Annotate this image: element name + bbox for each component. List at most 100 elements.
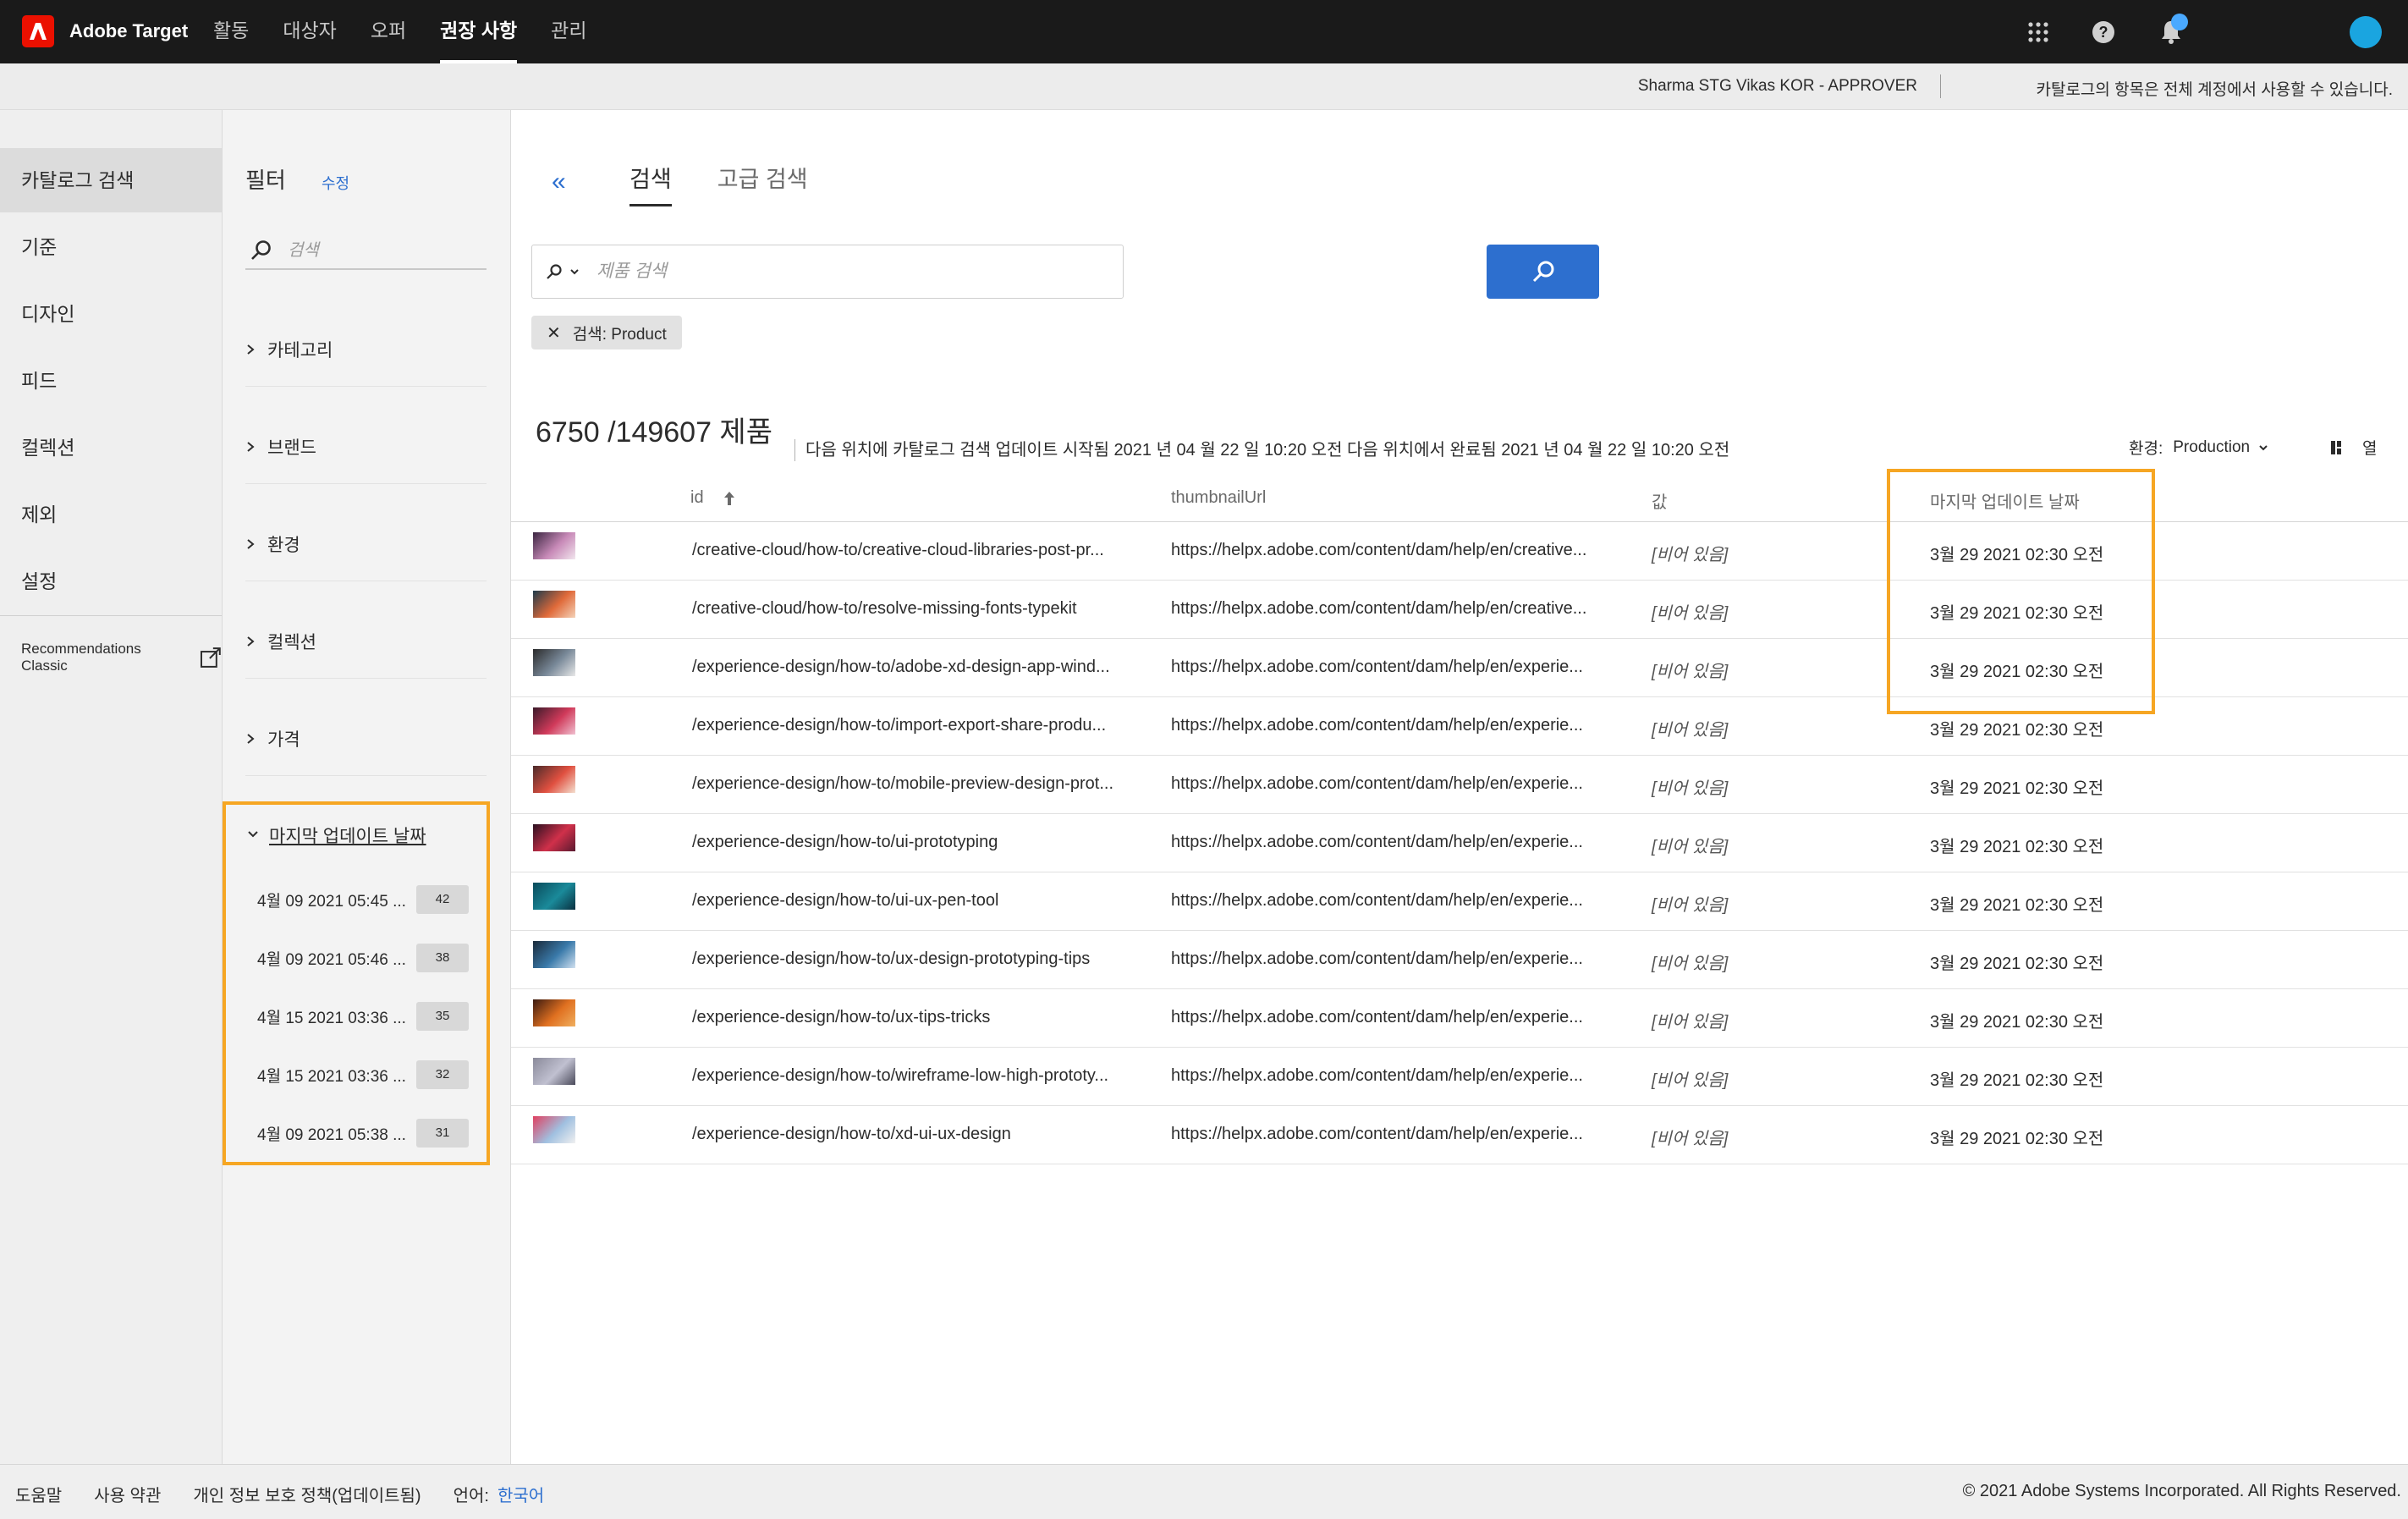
language-selector[interactable]: 한국어 (498, 1482, 544, 1506)
recommendations-classic-link[interactable]: Recommendations Classic (21, 641, 222, 674)
facet-toggle[interactable]: 브랜드 (245, 434, 316, 460)
facet-toggle[interactable]: 가격 (245, 726, 300, 751)
table-row[interactable]: /experience-design/how-to/xd-ui-ux-desig… (511, 1106, 2408, 1164)
table-row[interactable]: /experience-design/how-to/adobe-xd-desig… (511, 639, 2408, 697)
leftnav-item[interactable]: 설정 (0, 549, 222, 614)
top-nav: 활동 대상자 오퍼 권장 사항 관리 (213, 0, 621, 63)
current-user: Sharma STG Vikas KOR - APPROVER (1637, 77, 1917, 95)
leftnav-item[interactable]: 기준 (0, 215, 222, 279)
product-thumbnail (533, 1058, 575, 1085)
cell-id[interactable]: /creative-cloud/how-to/resolve-missing-f… (692, 599, 1077, 619)
column-value[interactable]: 값 (1652, 488, 1667, 513)
table-row[interactable]: /creative-cloud/how-to/creative-cloud-li… (511, 522, 2408, 581)
cell-id[interactable]: /experience-design/how-to/ux-tips-tricks (692, 1008, 990, 1027)
cell-id[interactable]: /experience-design/how-to/xd-ui-ux-desig… (692, 1125, 1011, 1144)
footer-link[interactable]: 도움말 (15, 1482, 62, 1506)
facet-toggle[interactable]: 컬렉션 (245, 629, 316, 654)
filter-search-input[interactable] (286, 239, 484, 261)
product-thumbnail (533, 707, 575, 735)
cell-id[interactable]: /experience-design/how-to/adobe-xd-desig… (692, 658, 1110, 677)
cell-value: [비어 있음] (1652, 1013, 1729, 1032)
columns-label: 열 (2362, 440, 2378, 458)
cell-id[interactable]: /experience-design/how-to/import-export-… (692, 716, 1106, 735)
table-row[interactable]: /experience-design/how-to/ui-prototyping… (511, 814, 2408, 872)
notifications-icon[interactable] (2154, 14, 2188, 49)
apps-grid-icon[interactable] (2021, 15, 2055, 49)
column-id[interactable]: id (690, 488, 736, 508)
search-scope-dropdown[interactable] (546, 263, 580, 280)
remove-tag-icon[interactable]: ✕ (547, 322, 561, 344)
external-link-icon (201, 647, 222, 668)
cell-id[interactable]: /experience-design/how-to/ux-design-prot… (692, 949, 1090, 969)
cell-id[interactable]: /experience-design/how-to/ui-ux-pen-tool (692, 891, 998, 911)
leftnav-item[interactable]: 컬렉션 (0, 416, 222, 480)
cell-id[interactable]: /experience-design/how-to/wireframe-low-… (692, 1066, 1108, 1086)
search-icon (251, 240, 271, 260)
environment-dropdown[interactable]: Production (2173, 438, 2268, 457)
table-row[interactable]: /creative-cloud/how-to/resolve-missing-f… (511, 581, 2408, 639)
leftnav-item[interactable]: 제외 (0, 482, 222, 547)
leftnav-item[interactable]: 디자인 (0, 282, 222, 346)
table-row[interactable]: /experience-design/how-to/wireframe-low-… (511, 1048, 2408, 1106)
left-nav: 카탈로그 검색 기준 디자인 피드 컬렉션 제외 설정 Recommendations Cl… (0, 110, 223, 1464)
table-row[interactable]: /experience-design/how-to/ux-design-prot… (511, 931, 2408, 989)
cell-id[interactable]: /experience-design/how-to/ui-prototyping (692, 833, 998, 852)
footer-link[interactable]: 사용 약관 (94, 1482, 161, 1506)
footer-link[interactable]: 언어: (454, 1482, 489, 1506)
date-facet-option[interactable]: 4월 09 2021 05:38 ... 31 (257, 1116, 469, 1150)
cell-last-updated: 3월 29 2021 02:30 오전 (1930, 663, 2104, 681)
collapse-panel-button[interactable]: « (552, 168, 566, 196)
column-last-updated[interactable]: 마지막 업데이트 날짜 (1930, 488, 2080, 513)
footer-link[interactable]: 개인 정보 보호 정책(업데이트됨) (193, 1482, 421, 1506)
filter-search (245, 233, 487, 270)
date-facet-date: 4월 09 2021 05:38 ... (257, 1125, 406, 1144)
user-avatar[interactable] (2349, 15, 2383, 49)
table-row[interactable]: /experience-design/how-to/ux-tips-tricks… (511, 989, 2408, 1048)
cell-id[interactable]: /experience-design/how-to/mobile-preview… (692, 774, 1113, 794)
date-facet-title: 마지막 업데이트 날짜 (269, 827, 426, 846)
cell-last-updated: 3월 29 2021 02:30 오전 (1930, 721, 2104, 740)
topnav-item[interactable]: 권장 사항 (440, 0, 518, 63)
table-row[interactable]: /experience-design/how-to/mobile-preview… (511, 756, 2408, 814)
cell-value: [비어 있음] (1652, 955, 1729, 973)
topnav-item[interactable]: 대상자 (283, 0, 336, 63)
filter-edit-link[interactable]: 수정 (322, 172, 349, 194)
count-badge: 32 (416, 1060, 469, 1089)
date-facet-option[interactable]: 4월 15 2021 03:36 ... 32 (257, 1058, 469, 1092)
divider (0, 615, 222, 616)
facet-toggle[interactable]: 환경 (245, 531, 300, 557)
catalog-note: 카탈로그의 항목은 전체 계정에서 사용할 수 있습니다. (2036, 81, 2393, 99)
topnav-item[interactable]: 활동 (213, 0, 249, 63)
cell-value: [비어 있음] (1652, 604, 1729, 623)
tab-search[interactable]: 검색 (629, 161, 672, 206)
divider (245, 386, 487, 387)
date-facet-toggle[interactable]: 마지막 업데이트 날짜 (247, 823, 426, 848)
columns-button[interactable]: 열 (2330, 436, 2377, 459)
tab-advanced-search[interactable]: 고급 검색 (717, 161, 808, 206)
cell-id[interactable]: /creative-cloud/how-to/creative-cloud-li… (692, 541, 1104, 560)
facet-toggle[interactable]: 카테고리 (245, 337, 333, 362)
topnav-item[interactable]: 관리 (551, 0, 586, 63)
product-search-input[interactable] (595, 261, 1106, 283)
cell-last-updated: 3월 29 2021 02:30 오전 (1930, 779, 2104, 798)
date-facet-option[interactable]: 4월 09 2021 05:46 ... 38 (257, 941, 469, 975)
top-bar: Adobe Target 활동 대상자 오퍼 권장 사항 관리 ? (0, 0, 2408, 63)
search-button[interactable] (1487, 245, 1599, 299)
leftnav-item[interactable]: 카탈로그 검색 (0, 148, 222, 212)
cell-thumbnail-url: https://helpx.adobe.com/content/dam/help… (1171, 949, 1583, 968)
environment-value: Production (2173, 438, 2251, 456)
leftnav-item[interactable]: 피드 (0, 349, 222, 413)
footer-links: 도움말 사용 약관 개인 정보 보호 정책(업데이트됨) 언어: 한국어 (15, 1482, 576, 1506)
brand[interactable]: Adobe Target (22, 15, 188, 47)
product-search (531, 245, 1124, 299)
table-row[interactable]: /experience-design/how-to/import-export-… (511, 697, 2408, 756)
table-row[interactable]: /experience-design/how-to/ui-ux-pen-tool… (511, 872, 2408, 931)
date-facet-option[interactable]: 4월 09 2021 05:45 ... 42 (257, 883, 469, 916)
date-facet-option[interactable]: 4월 15 2021 03:36 ... 35 (257, 999, 469, 1033)
count-badge: 42 (416, 885, 469, 914)
column-thumbnail[interactable]: thumbnailUrl (1171, 488, 1266, 508)
topnav-item[interactable]: 오퍼 (371, 0, 406, 63)
count-badge: 38 (416, 944, 469, 972)
main-content: « 검색고급 검색 ✕ 검색: Product 6750 /149607 제품 … (511, 110, 2408, 1464)
help-icon[interactable]: ? (2086, 15, 2120, 49)
